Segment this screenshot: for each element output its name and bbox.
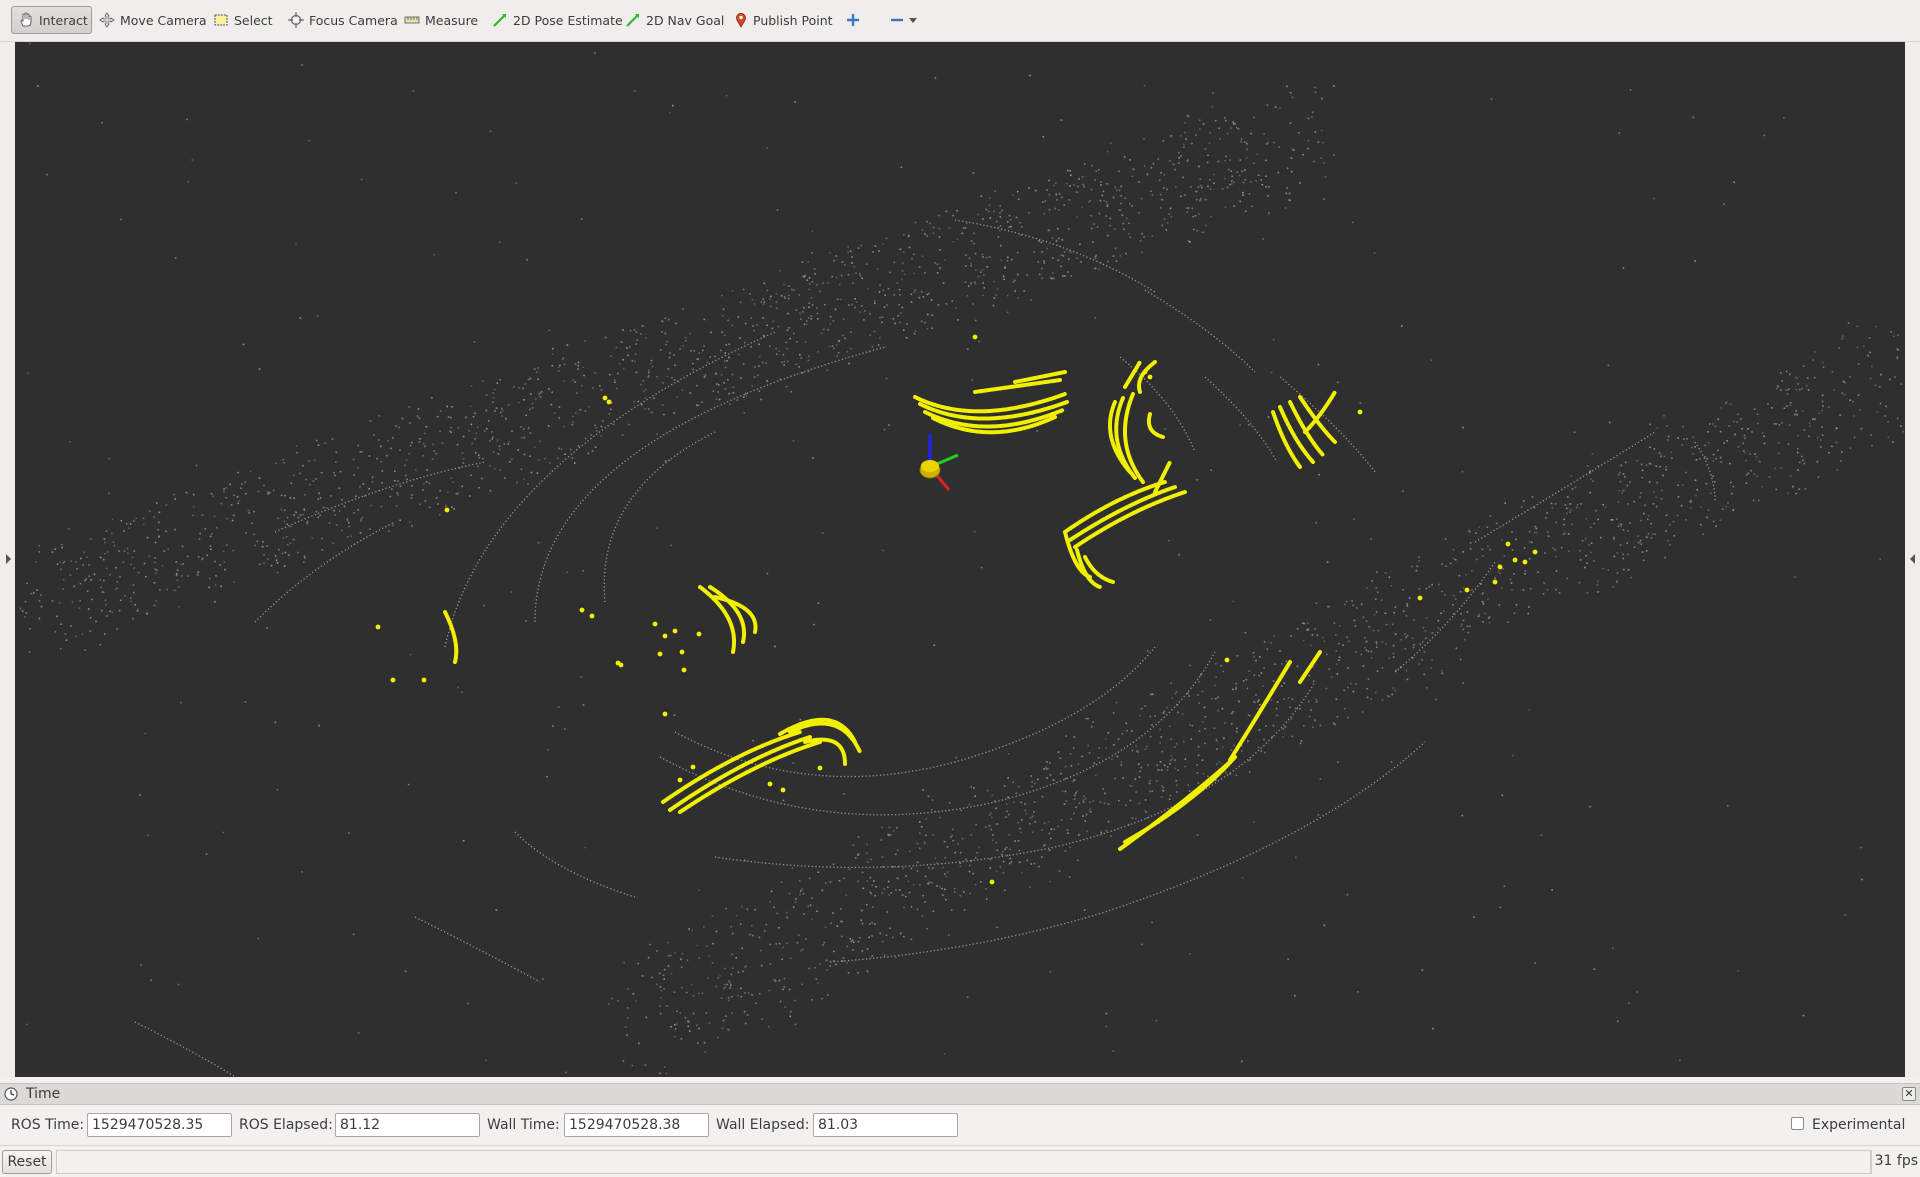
render-3d-viewport[interactable]: [15, 42, 1905, 1077]
focus-crosshair-icon: [288, 12, 304, 28]
publish-point-tool-button[interactable]: Publish Point: [728, 6, 832, 34]
nav-goal-tool-label: 2D Nav Goal: [646, 13, 724, 28]
measure-tool-label: Measure: [425, 13, 478, 28]
interact-tool-label: Interact: [39, 13, 88, 28]
ground-scan-points: [20, 43, 1904, 1077]
clock-icon: [4, 1087, 18, 1101]
move-camera-tool-button[interactable]: Move Camera: [93, 6, 199, 34]
close-icon[interactable]: ✕: [1902, 1087, 1916, 1101]
select-tool-label: Select: [234, 13, 273, 28]
remove-tool-button[interactable]: [886, 6, 920, 34]
status-bar: Reset 31 fps: [0, 1145, 1920, 1177]
time-panel-row: ROS Time: 1529470528.35 ROS Elapsed: 81.…: [0, 1109, 1920, 1141]
expand-left-arrow-icon[interactable]: [6, 554, 11, 564]
wall-elapsed-field[interactable]: 81.03: [813, 1113, 958, 1137]
minus-icon: [890, 13, 904, 27]
green-arrow-icon: [625, 12, 641, 28]
wall-elapsed-label: Wall Elapsed:: [716, 1117, 809, 1133]
lidar-scan-rings: [135, 220, 1715, 1077]
ruler-icon: [404, 12, 420, 28]
interact-tool-button[interactable]: Interact: [11, 6, 92, 34]
status-message-area: [56, 1150, 1872, 1174]
wall-time-field[interactable]: 1529470528.38: [564, 1113, 709, 1137]
measure-tool-button[interactable]: Measure: [398, 6, 478, 34]
nav-goal-tool-button[interactable]: 2D Nav Goal: [619, 6, 719, 34]
time-panel-title: Time: [26, 1086, 60, 1102]
ros-elapsed-label: ROS Elapsed:: [239, 1117, 333, 1133]
focus-camera-tool-button[interactable]: Focus Camera: [282, 6, 390, 34]
fps-counter: 31 fps: [1870, 1150, 1918, 1174]
experimental-label: Experimental: [1812, 1117, 1905, 1133]
select-box-icon: [213, 12, 229, 28]
left-dock-splitter[interactable]: [0, 42, 15, 1077]
ros-time-label: ROS Time:: [11, 1117, 84, 1133]
move-camera-icon: [99, 12, 115, 28]
tool-toolbar: Interact Move Camera Select Focus Camera…: [0, 0, 1920, 42]
expand-right-arrow-icon[interactable]: [1910, 554, 1915, 564]
wall-time-label: Wall Time:: [487, 1117, 560, 1133]
right-dock-splitter[interactable]: [1905, 42, 1920, 1077]
focus-camera-tool-label: Focus Camera: [309, 13, 398, 28]
publish-point-tool-label: Publish Point: [753, 13, 833, 28]
ros-elapsed-field[interactable]: 81.12: [335, 1113, 480, 1137]
plus-icon: [846, 13, 860, 27]
add-tool-button[interactable]: [842, 6, 866, 34]
robot-base-frame: [920, 434, 958, 490]
pose-estimate-tool-button[interactable]: 2D Pose Estimate: [486, 6, 610, 34]
ros-time-field[interactable]: 1529470528.35: [87, 1113, 232, 1137]
point-cloud-scene: [15, 42, 1905, 1077]
green-arrow-icon: [492, 12, 508, 28]
pose-estimate-tool-label: 2D Pose Estimate: [513, 13, 623, 28]
hand-icon: [18, 12, 34, 28]
map-pin-icon: [734, 12, 748, 28]
experimental-checkbox[interactable]: [1791, 1117, 1804, 1130]
reset-button[interactable]: Reset: [2, 1150, 52, 1174]
move-camera-tool-label: Move Camera: [120, 13, 207, 28]
chevron-down-icon: [909, 16, 917, 24]
time-panel-header: Time ✕: [0, 1083, 1920, 1105]
select-tool-button[interactable]: Select: [207, 6, 275, 34]
detected-object-points: [376, 335, 1538, 885]
